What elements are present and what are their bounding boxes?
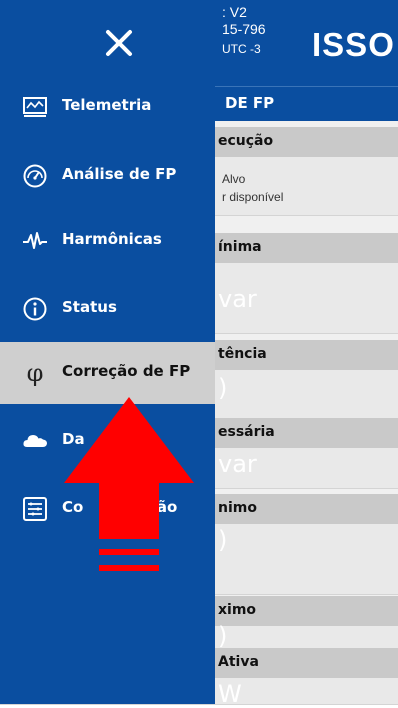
- close-icon: [106, 30, 132, 56]
- value-text: ): [218, 526, 228, 554]
- status-line-2: r disponível: [222, 190, 284, 204]
- cloud-icon: [22, 428, 48, 454]
- pulse-icon: [22, 228, 48, 254]
- nav-item-analise-de-fp[interactable]: Análise de FP: [0, 145, 215, 207]
- nav-item-correcao-de-fp[interactable]: φ Correção de FP: [0, 342, 215, 404]
- device-version: : V2: [222, 4, 247, 20]
- status-line-1: Alvo: [222, 172, 246, 186]
- nav-label: Harmônicas: [62, 230, 162, 248]
- nav-label: Análise de FP: [62, 165, 177, 183]
- nav-label: Correção de FP: [62, 362, 191, 380]
- nav-item-harmonicas[interactable]: Harmônicas: [0, 210, 215, 272]
- speedometer-icon: [22, 163, 48, 189]
- red-up-arrow-icon: [64, 397, 194, 571]
- telemetry-icon: [22, 94, 48, 120]
- timezone-label: UTC -3: [222, 42, 261, 56]
- value-text: var: [218, 450, 257, 478]
- nav-label: Status: [62, 298, 117, 316]
- nav-item-telemetria[interactable]: Telemetria: [0, 76, 215, 138]
- device-serial: 15-796: [222, 21, 266, 37]
- nav-item-status[interactable]: Status: [0, 278, 215, 340]
- info-icon: [22, 296, 48, 322]
- value-text: var: [218, 285, 257, 313]
- brand-logo: ISSO: [312, 26, 395, 63]
- navigation-drawer: Telemetria Análise de FP Harmônicas Stat…: [0, 0, 215, 704]
- value-text: ): [218, 622, 228, 650]
- value-text: ): [218, 374, 228, 402]
- phi-icon: φ: [26, 359, 44, 387]
- nav-label: Telemetria: [62, 96, 152, 114]
- page-title-text: DE FP: [225, 94, 275, 112]
- close-button[interactable]: [96, 20, 144, 68]
- settings-list-icon: [22, 496, 48, 522]
